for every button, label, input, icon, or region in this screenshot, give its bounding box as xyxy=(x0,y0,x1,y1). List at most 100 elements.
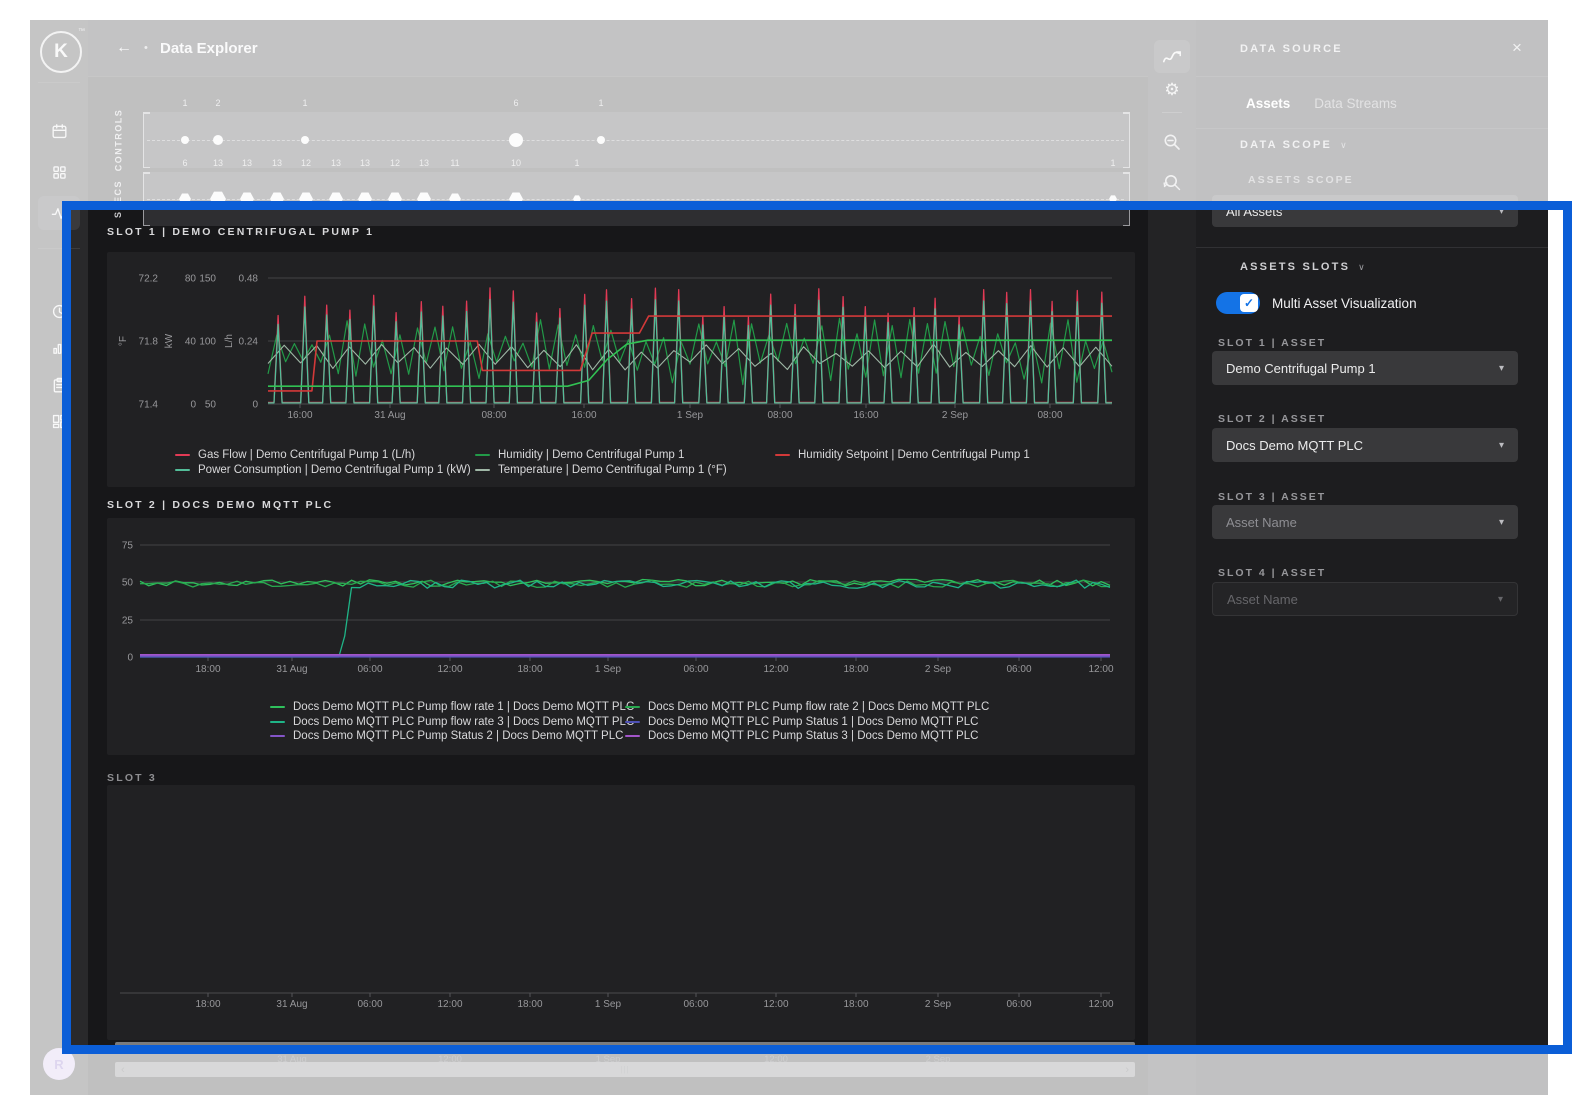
svg-text:40: 40 xyxy=(185,337,197,348)
assets-scope-label: ASSETS SCOPE xyxy=(1248,174,1354,186)
trend-icon[interactable] xyxy=(1154,40,1190,73)
svg-text:12:00: 12:00 xyxy=(763,999,788,1010)
scrollbar-grip[interactable]: ||| xyxy=(620,1065,629,1074)
sidebar-item-calendar-icon[interactable] xyxy=(38,114,80,148)
assets-scope-dropdown[interactable]: All Assets ▾ xyxy=(1212,195,1518,227)
timeline-marker-count: 1 xyxy=(182,98,188,108)
scroll-right-icon[interactable]: › xyxy=(1125,1064,1129,1076)
timeline-marker[interactable] xyxy=(509,133,523,147)
legend-item[interactable]: Power Consumption | Demo Centrifugal Pum… xyxy=(175,464,471,476)
horizontal-scrollbar[interactable]: ‹ ||| › xyxy=(115,1062,1135,1077)
slot-asset-dropdown[interactable]: Docs Demo MQTT PLC ▾ xyxy=(1212,428,1518,462)
data-scope-header[interactable]: DATA SCOPE ∨ xyxy=(1240,139,1349,151)
svg-text:16:00: 16:00 xyxy=(571,410,596,421)
caret-down-icon: ▾ xyxy=(1498,516,1504,528)
slot-field-label: SLOT 3 | ASSET xyxy=(1218,491,1327,503)
svg-text:1 Sep: 1 Sep xyxy=(595,664,622,675)
svg-text:1 Sep: 1 Sep xyxy=(595,999,622,1010)
slot1-title: SLOT 1 | DEMO CENTRIFUGAL PUMP 1 xyxy=(107,226,375,238)
svg-text:18:00: 18:00 xyxy=(843,664,868,675)
slot-field-label: SLOT 4 | ASSET xyxy=(1218,567,1327,579)
svg-text:0: 0 xyxy=(190,400,196,411)
timeline-marker-count: 13 xyxy=(241,158,252,168)
assets-slots-header[interactable]: ASSETS SLOTS ∨ xyxy=(1240,261,1367,273)
legend-item[interactable]: Docs Demo MQTT PLC Pump Status 1 | Docs … xyxy=(625,716,978,728)
legend-swatch xyxy=(625,705,640,709)
legend-item[interactable]: Docs Demo MQTT PLC Pump Status 3 | Docs … xyxy=(625,730,978,742)
slot3-card[interactable]: 18:00 31 Aug 06:00 12:00 18:00 1 Sep 06:00 12:0… xyxy=(107,785,1135,1040)
svg-text:0.48: 0.48 xyxy=(239,274,259,285)
timeline-marker[interactable] xyxy=(301,136,309,144)
user-avatar[interactable]: R xyxy=(43,1048,75,1080)
svg-text:18:00: 18:00 xyxy=(195,664,220,675)
sidebar-item-tiles-icon[interactable] xyxy=(38,404,80,438)
timeline-marker-count: 13 xyxy=(418,158,429,168)
dropdown-value: Asset Name xyxy=(1226,514,1297,530)
svg-text:18:00: 18:00 xyxy=(517,999,542,1010)
zoom-out-icon[interactable] xyxy=(1154,126,1190,158)
slot2-title: SLOT 2 | DOCS DEMO MQTT PLC xyxy=(107,499,334,511)
legend-item[interactable]: Humidity | Demo Centrifugal Pump 1 xyxy=(475,449,684,461)
sidebar-item-pulse-icon[interactable] xyxy=(38,196,80,230)
svg-text:°F: °F xyxy=(118,336,129,346)
legend-swatch xyxy=(270,720,285,724)
rail-divider xyxy=(38,82,80,83)
tab-assets[interactable]: Assets xyxy=(1246,96,1290,111)
multi-asset-toggle[interactable]: ✓ xyxy=(1216,292,1260,314)
slot2-card[interactable]: 75 50 25 0 18:00 31 Aug 06:00 12:00 18:00 1 Sep 06… xyxy=(107,518,1135,755)
dropdown-value: Docs Demo MQTT PLC xyxy=(1226,437,1364,453)
legend-item[interactable]: Gas Flow | Demo Centrifugal Pump 1 (L/h) xyxy=(175,449,415,461)
scroll-track-sliver[interactable] xyxy=(115,1042,1135,1050)
gear-icon[interactable]: ⚙ xyxy=(1154,74,1190,106)
page-title: Data Explorer xyxy=(160,39,258,57)
timeline-marker[interactable] xyxy=(181,136,189,144)
timeline-row-label: SPECS xyxy=(113,179,124,219)
side-toolbar: ⚙ xyxy=(1148,20,1196,1095)
timeline-marker-count: 1 xyxy=(574,158,580,168)
timeline-marker[interactable] xyxy=(597,136,605,144)
sidebar-item-history-icon[interactable] xyxy=(38,294,80,328)
scroll-left-icon[interactable]: ‹ xyxy=(121,1064,125,1076)
legend-item[interactable]: Docs Demo MQTT PLC Pump Status 2 | Docs … xyxy=(270,730,623,742)
legend-label: Docs Demo MQTT PLC Pump Status 3 | Docs … xyxy=(648,730,979,742)
slot-asset-dropdown[interactable]: Asset Name ▾ xyxy=(1212,505,1518,539)
legend-swatch xyxy=(775,453,790,457)
timeline-marker[interactable] xyxy=(213,135,223,145)
sidebar-item-apps-icon[interactable] xyxy=(38,155,80,189)
legend-label: Docs Demo MQTT PLC Pump flow rate 1 | Do… xyxy=(293,701,635,713)
legend-swatch xyxy=(625,720,640,724)
dropdown-value: Demo Centrifugal Pump 1 xyxy=(1226,360,1376,376)
svg-text:06:00: 06:00 xyxy=(357,999,382,1010)
timeline-marker-count: 12 xyxy=(300,158,311,168)
legend-swatch xyxy=(270,705,285,709)
back-arrow-icon[interactable]: ← xyxy=(116,39,132,57)
close-icon[interactable]: × xyxy=(1512,38,1522,58)
legend-item[interactable]: Docs Demo MQTT PLC Pump flow rate 2 | Do… xyxy=(625,701,989,713)
svg-text:1 Sep: 1 Sep xyxy=(677,410,704,421)
legend-item[interactable]: Temperature | Demo Centrifugal Pump 1 (°… xyxy=(475,464,727,476)
legend-item[interactable]: Humidity Setpoint | Demo Centrifugal Pum… xyxy=(775,449,1030,461)
svg-text:06:00: 06:00 xyxy=(683,999,708,1010)
caret-down-icon: ▾ xyxy=(1498,205,1504,217)
slot3-title: SLOT 3 xyxy=(107,772,157,784)
timeline-marker-count: 1 xyxy=(302,98,308,108)
legend-swatch xyxy=(475,453,490,457)
svg-text:100: 100 xyxy=(199,337,216,348)
slot-asset-dropdown[interactable]: Demo Centrifugal Pump 1 ▾ xyxy=(1212,351,1518,385)
slot1-card[interactable]: °F 72.2 71.8 71.4 kW 80 40 0 150 100 50 L/h 0.48 0.24… xyxy=(107,252,1135,487)
legend-item[interactable]: Docs Demo MQTT PLC Pump flow rate 3 | Do… xyxy=(270,716,634,728)
legend-label: Gas Flow | Demo Centrifugal Pump 1 (L/h) xyxy=(198,449,416,461)
multi-asset-toggle-label: Multi Asset Visualization xyxy=(1272,296,1417,311)
sidebar-item-clipboard-icon[interactable] xyxy=(38,368,80,402)
svg-text:12:00: 12:00 xyxy=(763,664,788,675)
slot3-plot[interactable]: 18:00 31 Aug 06:00 12:00 18:00 1 Sep 06:00 12:0… xyxy=(107,785,1135,1040)
caret-down-icon: ▾ xyxy=(1498,362,1504,374)
legend-item[interactable]: Docs Demo MQTT PLC Pump flow rate 1 | Do… xyxy=(270,701,634,713)
sidebar-item-bars-icon[interactable] xyxy=(38,331,80,365)
svg-text:kW: kW xyxy=(164,333,175,348)
zoom-reset-icon[interactable] xyxy=(1154,166,1190,198)
tab-data-streams[interactable]: Data Streams xyxy=(1314,96,1397,111)
legend-label: Humidity Setpoint | Demo Centrifugal Pum… xyxy=(798,449,1030,461)
brand-logo[interactable]: K xyxy=(40,31,82,73)
svg-text:2 Sep: 2 Sep xyxy=(925,664,952,675)
